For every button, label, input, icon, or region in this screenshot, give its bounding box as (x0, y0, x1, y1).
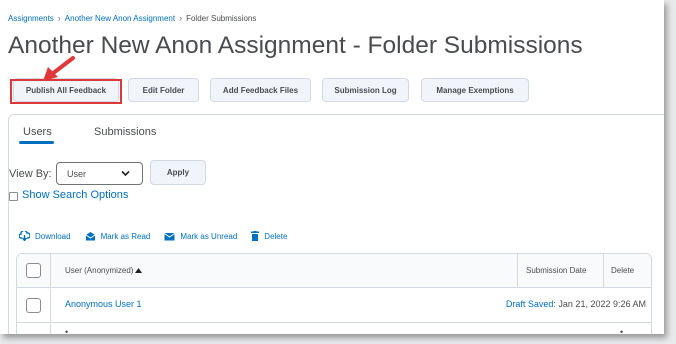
column-divider (603, 254, 604, 287)
column-user-label: User (Anonymized) (65, 266, 134, 275)
view-by-value: User (67, 168, 87, 179)
column-submission-date-header: Submission Date (526, 266, 587, 275)
column-delete-header: Delete (611, 266, 635, 275)
select-all-checkbox[interactable] (26, 263, 41, 278)
column-user-header[interactable]: User (Anonymized) (65, 266, 143, 275)
table-header: User (Anonymized) Submission Date Delete (17, 254, 651, 288)
red-arrow-icon (43, 56, 75, 81)
edit-folder-button[interactable]: Edit Folder (128, 78, 199, 102)
column-divider (50, 289, 51, 322)
trash-icon (251, 231, 260, 241)
submissions-table: User (Anonymized) Submission Date Delete… (16, 253, 652, 334)
breadcrumb: Assignments › Another New Anon Assignment ›… (8, 13, 256, 23)
view-by-select[interactable]: User (56, 162, 143, 185)
column-divider (50, 324, 51, 334)
draft-saved-link[interactable]: Draft Saved: (506, 299, 556, 309)
mark-as-unread-label: Mark as Unread (180, 231, 238, 241)
partial-row-icon: • (65, 327, 69, 334)
apply-button[interactable]: Apply (150, 160, 206, 185)
delete-action[interactable]: Delete (251, 231, 287, 241)
tab-users[interactable]: Users (23, 126, 52, 138)
breadcrumb-separator: › (57, 13, 61, 23)
expand-icon (9, 191, 18, 201)
mark-as-read-action[interactable]: Mark as Read (85, 231, 151, 241)
submission-log-button[interactable]: Submission Log (322, 78, 409, 102)
view-by-label: View By: (9, 168, 52, 180)
page-title: Another New Anon Assignment - Folder Sub… (8, 32, 583, 59)
envelope-open-icon (85, 232, 95, 241)
delete-label: Delete (264, 231, 288, 241)
row-date-value: Jan 21, 2022 9:26 AM (558, 299, 646, 309)
sort-ascending-icon (135, 268, 143, 274)
breadcrumb-separator: › (179, 13, 183, 23)
table-row-partial: • • (17, 324, 651, 334)
column-divider (50, 254, 51, 287)
row-user-link[interactable]: Anonymous User 1 (65, 299, 142, 309)
mark-as-unread-action[interactable]: Mark as Unread (164, 232, 237, 241)
partial-row-icon: • (620, 327, 624, 334)
breadcrumb-current: Folder Submissions (186, 14, 257, 23)
breadcrumb-assignments[interactable]: Assignments (8, 14, 54, 23)
chevron-down-icon (121, 170, 130, 177)
page-frame: Assignments › Another New Anon Assignment ›… (0, 0, 664, 334)
breadcrumb-assignment[interactable]: Another New Anon Assignment (65, 14, 175, 23)
row-checkbox[interactable] (26, 298, 41, 313)
table-row: Anonymous User 1 Draft Saved: Jan 21, 20… (17, 289, 651, 323)
envelope-icon (164, 232, 176, 240)
manage-exemptions-button[interactable]: Manage Exemptions (421, 78, 529, 102)
action-bar: Download Mark as Read Mark as Unread Del… (19, 231, 301, 241)
download-action[interactable]: Download (19, 231, 71, 241)
tab-submissions[interactable]: Submissions (94, 126, 156, 138)
add-feedback-files-button[interactable]: Add Feedback Files (210, 78, 311, 102)
row-submission-date: Draft Saved: Jan 21, 2022 9:26 AM (506, 299, 646, 309)
show-search-options-toggle[interactable]: Show Search Options (9, 189, 128, 201)
column-divider (517, 254, 518, 287)
show-search-options-label: Show Search Options (22, 189, 129, 201)
tab-selected-indicator (19, 141, 54, 144)
download-label: Download (35, 231, 71, 241)
download-icon (19, 231, 30, 241)
mark-as-read-label: Mark as Read (100, 231, 151, 241)
